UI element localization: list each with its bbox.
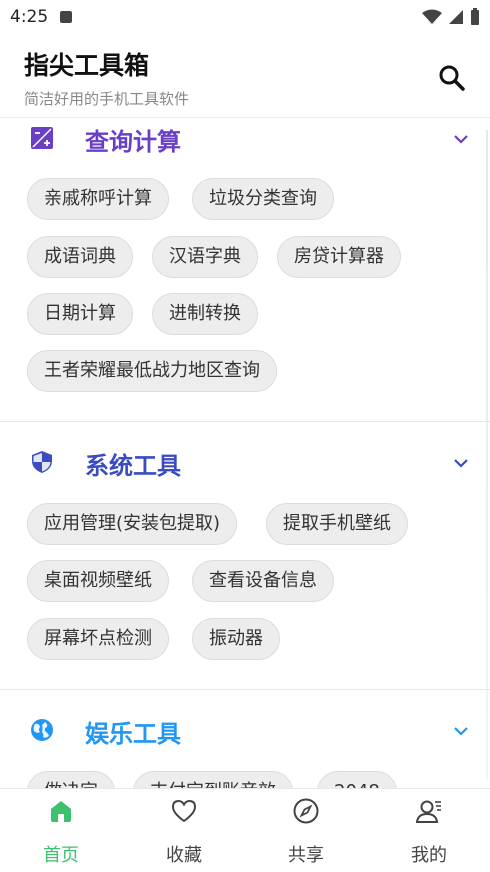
section-title: 查询计算	[85, 128, 181, 156]
chip-vibrator[interactable]: 振动器	[192, 618, 280, 660]
nav-mine[interactable]: 我的	[368, 789, 490, 872]
bottom-nav: 首页 收藏 共享 我的	[0, 788, 490, 871]
status-bar: 4:25	[0, 0, 490, 34]
chip-base-convert[interactable]: 进制转换	[152, 293, 258, 335]
chevron-down-icon[interactable]	[452, 130, 470, 148]
globe-icon	[31, 719, 53, 741]
chip-chinese-dictionary[interactable]: 汉语字典	[152, 236, 258, 278]
profile-icon	[415, 800, 441, 823]
nav-home[interactable]: 首页	[0, 789, 122, 872]
status-time: 4:25	[10, 7, 49, 27]
chip-date-calc[interactable]: 日期计算	[27, 293, 133, 335]
section-title: 娱乐工具	[85, 720, 181, 748]
app-title: 指尖工具箱	[24, 51, 150, 80]
chip-garbage-sort[interactable]: 垃圾分类查询	[192, 178, 334, 220]
heart-icon	[171, 799, 197, 823]
app-subtitle: 简洁好用的手机工具软件	[24, 90, 190, 108]
nav-favorites[interactable]: 收藏	[123, 789, 245, 872]
search-button[interactable]	[436, 62, 468, 94]
chip-idiom-dictionary[interactable]: 成语词典	[27, 236, 133, 278]
section-title: 系统工具	[85, 452, 181, 480]
chip-dead-pixel[interactable]: 屏幕坏点检测	[27, 618, 169, 660]
chip-hok-power[interactable]: 王者荣耀最低战力地区查询	[27, 350, 277, 392]
nav-share[interactable]: 共享	[245, 789, 367, 872]
shield-icon	[32, 451, 52, 473]
compass-icon	[293, 798, 319, 824]
nav-label: 首页	[43, 845, 79, 866]
chip-mortgage-calculator[interactable]: 房贷计算器	[277, 236, 401, 278]
chevron-down-icon[interactable]	[452, 722, 470, 740]
section-header-query[interactable]: 查询计算	[0, 120, 490, 160]
section-divider	[0, 421, 490, 422]
notification-icon	[60, 11, 73, 23]
wifi-icon	[422, 9, 442, 24]
chip-device-info[interactable]: 查看设备信息	[192, 560, 334, 602]
chevron-down-icon[interactable]	[452, 454, 470, 472]
calculator-icon	[31, 127, 53, 149]
nav-label: 收藏	[166, 845, 202, 866]
nav-label: 共享	[288, 845, 324, 866]
nav-label: 我的	[411, 845, 447, 866]
chip-app-manager[interactable]: 应用管理(安装包提取)	[27, 503, 238, 545]
section-header-entertainment[interactable]: 娱乐工具	[0, 712, 490, 752]
chip-extract-wallpaper[interactable]: 提取手机壁纸	[266, 503, 408, 545]
search-icon	[439, 65, 465, 91]
chip-video-wallpaper[interactable]: 桌面视频壁纸	[27, 560, 169, 602]
battery-icon	[471, 8, 479, 25]
section-header-system[interactable]: 系统工具	[0, 444, 490, 484]
section-divider	[0, 689, 490, 690]
signal-icon	[449, 10, 463, 24]
chip-relative-title[interactable]: 亲戚称呼计算	[27, 178, 169, 220]
home-icon	[51, 801, 71, 822]
app-header: 指尖工具箱 简洁好用的手机工具软件	[0, 34, 490, 118]
